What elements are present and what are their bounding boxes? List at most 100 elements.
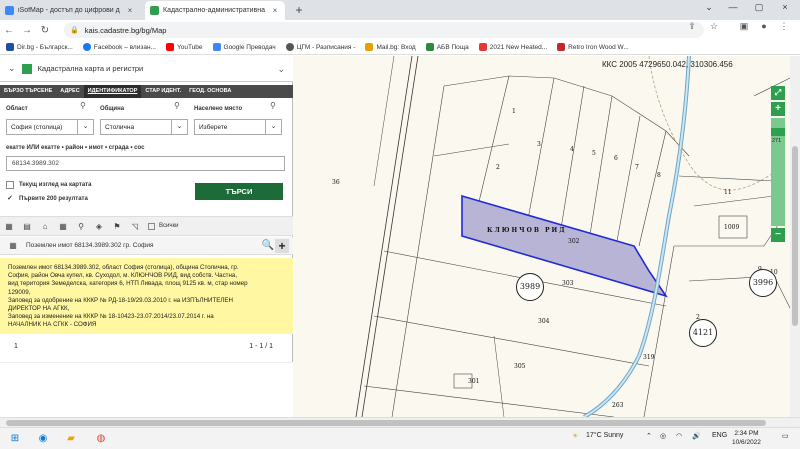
- bookmark-dir[interactable]: Dir.bg - Българск...: [6, 43, 73, 51]
- zoom-slider-knob[interactable]: [771, 128, 785, 136]
- back-button[interactable]: ←: [0, 25, 18, 36]
- table-icon[interactable]: ▦: [58, 222, 68, 231]
- clock[interactable]: 2:34 PM 10/6/2022: [732, 430, 761, 448]
- tab-close-icon[interactable]: ×: [125, 6, 135, 15]
- url-text[interactable]: kais.cadastre.bg/bg/Map: [85, 26, 167, 35]
- current-view-checkbox[interactable]: Текущ изглед на картата: [6, 181, 91, 189]
- page-range: 1 - 1 / 1: [249, 343, 273, 350]
- location-pin-icon[interactable]: ⚲: [270, 101, 276, 110]
- forward-button[interactable]: →: [18, 25, 36, 36]
- tab-quick-search[interactable]: БЪРЗО ТЪРСЕНЕ: [0, 85, 56, 98]
- bookmark-retro[interactable]: Retro Iron Wood W...: [557, 43, 629, 51]
- menu-icon[interactable]: ⋮: [776, 21, 792, 32]
- parcel-label: 4: [570, 146, 574, 153]
- bookmark-star-icon[interactable]: ☆: [706, 21, 722, 32]
- extension-icon[interactable]: ▣: [736, 21, 752, 32]
- bookmark-facebook[interactable]: Facebook – влизан...: [82, 43, 156, 51]
- share-icon[interactable]: ⇪: [684, 21, 700, 32]
- cadastre-favicon-icon: [150, 6, 159, 15]
- block-label: 3996: [749, 269, 777, 297]
- checkbox-box[interactable]: [148, 222, 155, 230]
- chevron-up-icon[interactable]: ⌃: [646, 432, 652, 440]
- block-label: 4121: [689, 319, 717, 347]
- chevron-down-icon[interactable]: ⌄: [265, 120, 281, 134]
- tab-isofmap[interactable]: iSofMap - достъп до цифрови д ×: [0, 1, 140, 20]
- building-icon[interactable]: ⌂: [40, 222, 50, 231]
- app-area: КЛЮНЧОВ РИД 1 2 3 4 5 6 7 8 11 1009 36 3…: [0, 56, 800, 417]
- edge-browser-icon[interactable]: ◉: [36, 432, 50, 446]
- location-pin-icon[interactable]: ⚲: [76, 222, 86, 231]
- fullscreen-button[interactable]: ⤢: [771, 86, 785, 100]
- bookmark-abv[interactable]: АБВ Поща: [425, 43, 469, 51]
- first-200-checkbox[interactable]: ✓ Първите 200 резултата: [6, 195, 88, 203]
- grid-icon[interactable]: ▦: [4, 222, 14, 231]
- bookmark-heated[interactable]: 2021 New Heated...: [478, 43, 547, 51]
- weather-text[interactable]: 17°C Sunny: [586, 432, 623, 439]
- windows-start-icon[interactable]: ⊞: [8, 432, 22, 446]
- close-window-button[interactable]: ×: [776, 2, 794, 12]
- zoom-in-button[interactable]: +: [771, 102, 785, 116]
- tab-address[interactable]: АДРЕС: [56, 85, 83, 98]
- tab-cadastre[interactable]: Кадастрално-административна ×: [145, 1, 285, 20]
- info-line: София, район Овча купел, кв. Суходол, м.…: [8, 272, 238, 280]
- checkbox-box[interactable]: [6, 181, 14, 189]
- wifi-icon[interactable]: ◠: [676, 432, 682, 440]
- chrome-icon[interactable]: ◍: [94, 432, 108, 446]
- cadastral-map[interactable]: [294, 56, 800, 417]
- layers-icon[interactable]: ◈: [94, 222, 104, 231]
- search-icon[interactable]: 🔍: [261, 240, 275, 251]
- flag-icon[interactable]: ⚑: [112, 222, 122, 231]
- minimize-button[interactable]: —: [724, 2, 742, 12]
- scroll-thumb[interactable]: [6, 420, 766, 426]
- bookmark-mailbg[interactable]: Mail.bg: Вход: [365, 43, 416, 51]
- shape-icon[interactable]: ◹: [130, 222, 140, 231]
- obshtina-select[interactable]: Столична ⌄: [100, 119, 188, 135]
- network-icon[interactable]: ◎: [660, 432, 666, 440]
- globe-icon: [285, 43, 294, 51]
- tab-geodetic-base[interactable]: ГЕОД. ОСНОВА: [185, 85, 235, 98]
- zoom-out-button[interactable]: −: [771, 228, 785, 242]
- tab-close-icon[interactable]: ×: [270, 6, 280, 15]
- identifier-input[interactable]: 68134.3989.302: [6, 156, 285, 171]
- bookmark-youtube[interactable]: YouTube: [165, 43, 203, 51]
- collapse-icon[interactable]: ⌄: [8, 63, 16, 74]
- vertical-scrollbar[interactable]: [790, 56, 800, 417]
- list-icon[interactable]: ▤: [22, 222, 32, 231]
- all-toggle[interactable]: Всички: [148, 222, 178, 230]
- scroll-thumb[interactable]: [792, 146, 798, 326]
- add-button[interactable]: +: [275, 238, 289, 253]
- zoom-slider[interactable]: 271: [771, 118, 785, 226]
- file-explorer-icon[interactable]: ▰: [64, 432, 78, 446]
- tab-old-identifier[interactable]: СТАР ИДЕНТ.: [141, 85, 185, 98]
- tab-search-icon[interactable]: ⌄: [700, 2, 718, 13]
- reload-button[interactable]: ↻: [36, 25, 54, 36]
- chevron-down-icon[interactable]: ⌄: [277, 64, 285, 75]
- maximize-button[interactable]: ▢: [750, 2, 768, 13]
- parcel-label: 263: [612, 402, 624, 409]
- chevron-down-icon[interactable]: ⌄: [77, 120, 93, 134]
- address-bar[interactable]: 🔒 kais.cadastre.bg/bg/Map: [64, 22, 704, 38]
- bookmark-cgm[interactable]: ЦГМ - Разписания -: [285, 43, 355, 51]
- chevron-down-icon[interactable]: ⌄: [171, 120, 187, 134]
- result-row[interactable]: ▦ Поземлен имот 68134.3989.302 гр. София…: [0, 237, 293, 255]
- profile-icon[interactable]: ●: [756, 21, 772, 31]
- speaker-icon[interactable]: 🔊: [692, 432, 701, 440]
- checkmark-icon[interactable]: ✓: [6, 195, 14, 203]
- language-indicator[interactable]: ENG: [712, 432, 727, 439]
- location-pin-icon[interactable]: ⚲: [174, 101, 180, 110]
- zoom-level-label: 271: [772, 138, 782, 144]
- search-button[interactable]: ТЪРСИ: [195, 183, 283, 200]
- oblast-select[interactable]: София (столица) ⌄: [6, 119, 94, 135]
- naseleno-select[interactable]: Изберете ⌄: [194, 119, 282, 135]
- notification-icon[interactable]: ▭: [782, 432, 789, 440]
- lock-icon[interactable]: 🔒: [70, 26, 79, 34]
- tab-identifier[interactable]: ИДЕНТИФИКАТОР: [83, 85, 142, 98]
- horizontal-scrollbar[interactable]: [0, 417, 800, 427]
- page-number[interactable]: 1: [14, 343, 18, 350]
- browser-window: iSofMap - достъп до цифрови д × Кадастра…: [0, 0, 800, 427]
- bookmark-google-translate[interactable]: Google Преводач: [212, 43, 276, 51]
- new-tab-button[interactable]: +: [292, 3, 306, 17]
- location-pin-icon[interactable]: ⚲: [80, 101, 86, 110]
- map-canvas[interactable]: КЛЮНЧОВ РИД 1 2 3 4 5 6 7 8 11 1009 36 3…: [294, 56, 800, 417]
- tab-strip: iSofMap - достъп до цифрови д × Кадастра…: [0, 0, 800, 20]
